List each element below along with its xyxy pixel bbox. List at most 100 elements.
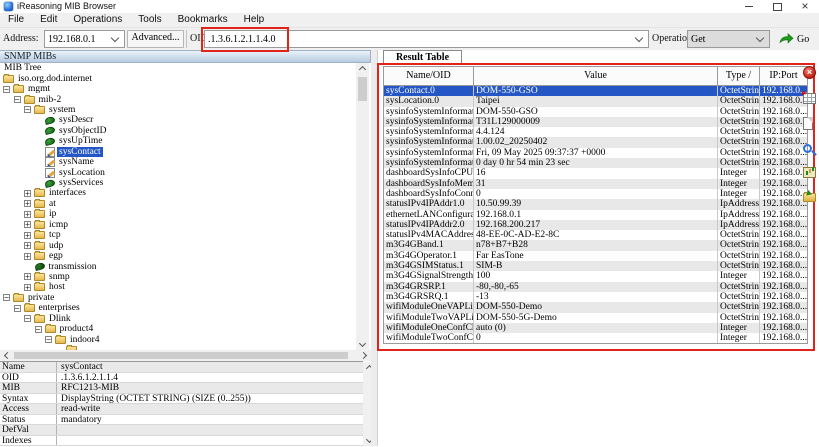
collapse-icon[interactable]: −	[14, 305, 21, 312]
tree-horizontal-scrollbar[interactable]	[0, 350, 371, 361]
close-icon[interactable]: ×	[791, 0, 819, 13]
tree-item-iso-org-dod-internet[interactable]: iso.org.dod.internet	[0, 73, 356, 83]
document-icon[interactable]	[803, 117, 813, 130]
tree-item-mib-tree[interactable]: MIB Tree	[0, 63, 356, 73]
property-row-name[interactable]: NamesysContact	[0, 362, 363, 373]
collapse-icon[interactable]: −	[3, 294, 10, 301]
property-value: RFC1213-MIB	[57, 383, 363, 393]
menu-help[interactable]: Help	[236, 13, 273, 27]
tree-item-sysservices[interactable]: sysServices	[0, 178, 356, 188]
export-table-icon[interactable]	[803, 93, 816, 104]
tree-item-egp[interactable]: +egp	[0, 251, 356, 261]
scroll-right-icon[interactable]	[358, 350, 371, 361]
folder-icon	[34, 221, 45, 229]
expand-icon[interactable]: +	[24, 211, 31, 218]
property-row-syntax[interactable]: SyntaxDisplayString (OCTET STRING) (SIZE…	[0, 394, 363, 405]
tree-item-icmp[interactable]: +icmp	[0, 220, 356, 230]
tree-item-ip[interactable]: +ip	[0, 209, 356, 219]
tree-item-product4[interactable]: −product4	[0, 324, 356, 334]
tree-item-snmp[interactable]: +snmp	[0, 272, 356, 282]
expand-icon[interactable]: +	[24, 221, 31, 228]
title-bar: iReasoning MIB Browser ×	[0, 0, 819, 13]
collapse-icon[interactable]: −	[24, 315, 31, 322]
scroll-down-icon[interactable]	[356, 339, 369, 350]
property-row-indexes[interactable]: Indexes	[0, 436, 363, 447]
property-label: OID	[0, 373, 57, 383]
expand-icon[interactable]: +	[24, 190, 31, 197]
tree-item-interfaces[interactable]: +interfaces	[0, 188, 356, 198]
restore-icon[interactable]	[763, 0, 791, 13]
search-icon[interactable]	[803, 144, 812, 153]
minimize-icon[interactable]	[735, 0, 763, 13]
expand-icon[interactable]: +	[24, 253, 31, 260]
go-button[interactable]: Go	[779, 31, 815, 47]
pen-icon	[45, 168, 55, 178]
go-label: Go	[797, 34, 809, 45]
menu-edit[interactable]: Edit	[32, 13, 65, 27]
tree-item-label: Dlink	[47, 314, 73, 324]
property-row-status[interactable]: Statusmandatory	[0, 415, 363, 426]
scrollbar-thumb[interactable]	[14, 352, 348, 359]
scrollbar-thumb[interactable]	[358, 77, 367, 101]
collapse-icon[interactable]: −	[35, 326, 42, 333]
property-label: Status	[0, 415, 57, 425]
property-label: Indexes	[0, 436, 57, 446]
property-value: read-write	[57, 404, 363, 414]
menu-file[interactable]: File	[0, 13, 32, 27]
collapse-icon[interactable]: −	[24, 106, 31, 113]
expand-icon[interactable]: +	[24, 200, 31, 207]
operations-select[interactable]: Get	[687, 30, 770, 48]
tree-item-sysname[interactable]: sysName	[0, 157, 356, 167]
property-row-access[interactable]: Accessread-write	[0, 404, 363, 415]
tree-item-sysobjectid[interactable]: sysObjectID	[0, 126, 356, 136]
menu-operations[interactable]: Operations	[65, 13, 130, 27]
menu-bookmarks[interactable]: Bookmarks	[170, 13, 236, 27]
tree-item-system[interactable]: − system	[0, 105, 356, 115]
tree-item-transmission[interactable]: transmission	[0, 261, 356, 271]
tree-item-host[interactable]: +host	[0, 282, 356, 292]
tree-item-label: system	[47, 105, 77, 115]
tree-vertical-scrollbar[interactable]	[356, 63, 369, 350]
address-combobox[interactable]: 192.168.0.1	[44, 30, 125, 48]
tree-item-at[interactable]: +at	[0, 199, 356, 209]
tree-item-enterprises[interactable]: −enterprises	[0, 303, 356, 313]
expand-icon[interactable]: +	[24, 273, 31, 280]
tree-item-private[interactable]: −private	[0, 293, 356, 303]
leaf-icon	[44, 137, 55, 146]
advanced-button[interactable]: Advanced...	[127, 30, 184, 48]
tree-item-dlink[interactable]: − Dlink	[0, 314, 356, 324]
address-label: Address:	[3, 33, 39, 44]
tree-item-udp[interactable]: +udp	[0, 240, 356, 250]
tree-item-tcp[interactable]: +tcp	[0, 230, 356, 240]
property-label: Syntax	[0, 394, 57, 404]
delete-result-icon[interactable]: ×	[803, 66, 816, 79]
tree-item-syscontact[interactable]: sysContact	[0, 147, 356, 157]
scroll-up-icon[interactable]	[356, 63, 369, 74]
tab-result-table[interactable]: Result Table	[383, 50, 462, 64]
tree-item-sysuptime[interactable]: sysUpTime	[0, 136, 356, 146]
collapse-icon[interactable]: −	[3, 86, 10, 93]
open-folder-icon[interactable]	[803, 193, 816, 202]
tree-item-indoor4[interactable]: −indoor4	[0, 334, 356, 344]
scroll-left-icon[interactable]	[0, 350, 13, 361]
pen-icon	[45, 157, 55, 167]
annotation-box-oid	[201, 27, 289, 52]
tree-item-mib-2[interactable]: −mib-2	[0, 94, 356, 104]
collapse-icon[interactable]: −	[45, 336, 52, 343]
chevron-down-icon[interactable]	[635, 33, 643, 41]
expand-icon[interactable]: +	[24, 284, 31, 291]
chart-icon[interactable]	[803, 167, 816, 178]
collapse-icon[interactable]: −	[14, 96, 21, 103]
chevron-down-icon[interactable]	[756, 33, 764, 41]
expand-icon[interactable]: +	[24, 242, 31, 249]
tree-item-sysdescr[interactable]: sysDescr	[0, 115, 356, 125]
expand-icon[interactable]: +	[24, 232, 31, 239]
folder-icon	[34, 315, 45, 323]
property-row-oid[interactable]: OID.1.3.6.1.2.1.1.4	[0, 373, 363, 384]
tree-item-mgmt[interactable]: −mgmt	[0, 84, 356, 94]
property-row-defval[interactable]: DefVal	[0, 425, 363, 436]
property-row-mib[interactable]: MIBRFC1213-MIB	[0, 383, 363, 394]
tree-item-syslocation[interactable]: sysLocation	[0, 167, 356, 177]
chevron-down-icon[interactable]	[111, 33, 119, 41]
menu-tools[interactable]: Tools	[130, 13, 169, 27]
